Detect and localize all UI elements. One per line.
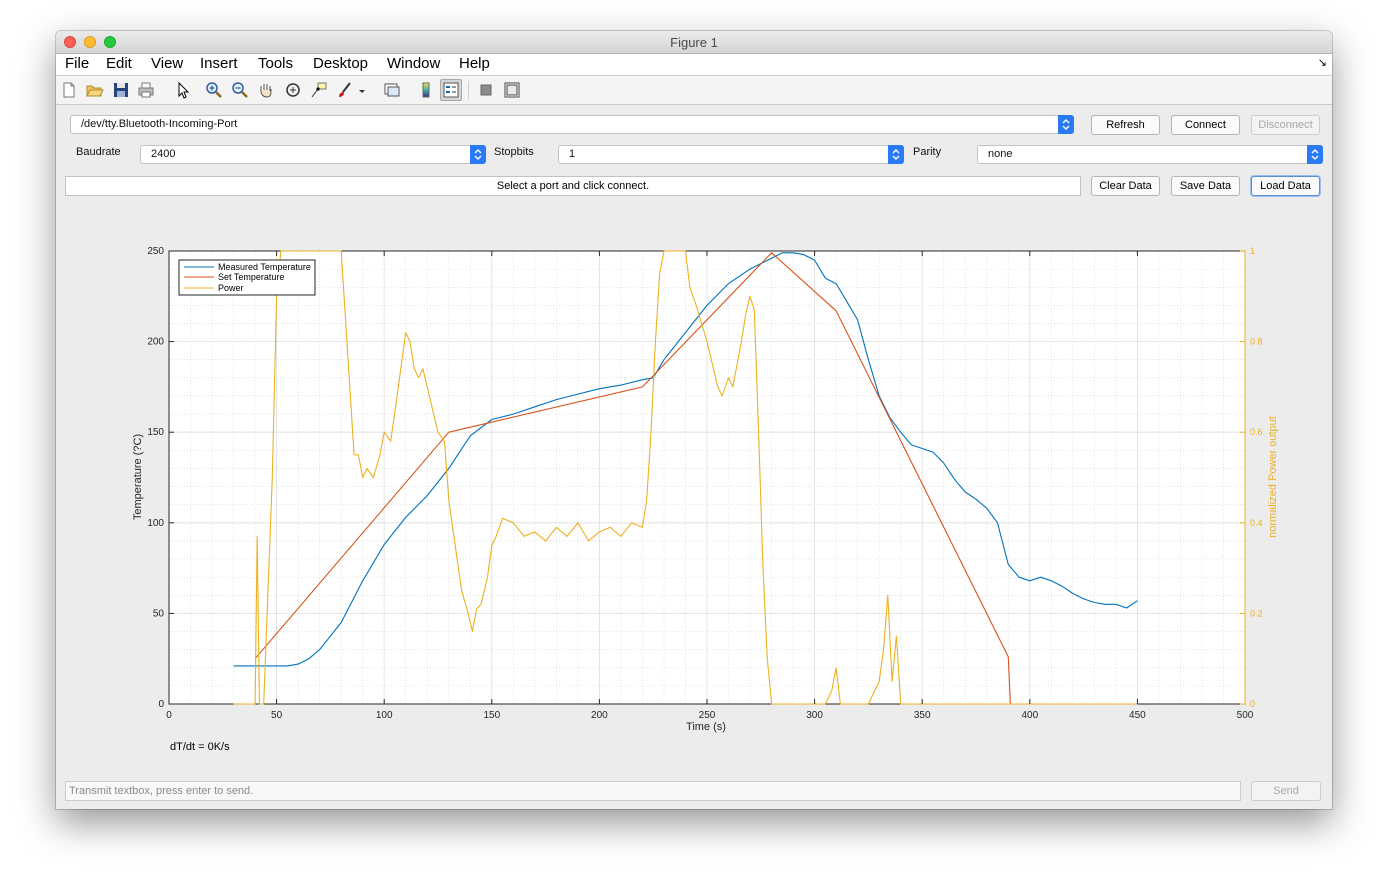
y-tick-label: 150 xyxy=(147,427,164,438)
figure-window: Figure 1 File Edit View Insert Tools Des… xyxy=(56,31,1332,809)
legend-set-temperature: Set Temperature xyxy=(218,272,284,282)
y2-tick-label: 0.6 xyxy=(1250,427,1263,437)
y-tick-label: 200 xyxy=(147,337,164,348)
y-tick-label: 0 xyxy=(158,699,164,710)
rate-readout: dT/dt = 0K/s xyxy=(170,741,230,753)
x-tick-label: 500 xyxy=(1237,710,1254,721)
send-button[interactable]: Send xyxy=(1251,781,1321,801)
x-tick-label: 200 xyxy=(591,710,608,721)
x-tick-label: 100 xyxy=(376,710,393,721)
y2-axis-label: normalized Power output xyxy=(1267,416,1279,538)
y2-tick-label: 0 xyxy=(1250,699,1255,709)
y2-tick-label: 0.2 xyxy=(1250,608,1263,618)
y2-tick-label: 0.8 xyxy=(1250,337,1263,347)
x-tick-label: 350 xyxy=(914,710,931,721)
x-tick-label: 450 xyxy=(1129,710,1146,721)
x-tick-label: 400 xyxy=(1021,710,1038,721)
y-tick-label: 250 xyxy=(147,246,164,257)
x-tick-label: 0 xyxy=(166,710,172,721)
transmit-textbox[interactable]: Transmit textbox, press enter to send. xyxy=(65,781,1241,801)
x-axis-label: Time (s) xyxy=(686,721,726,733)
y2-tick-label: 0.4 xyxy=(1250,518,1263,528)
temperature-chart[interactable]: 0 50 100 150 200 250 300 350 400 450 5000501001502… xyxy=(56,31,1332,751)
x-tick-label: 150 xyxy=(483,710,500,721)
chart-legend[interactable]: Measured Temperature Set Temperature Pow… xyxy=(178,259,316,296)
legend-measured-temperature: Measured Temperature xyxy=(218,262,311,272)
y-tick-label: 50 xyxy=(153,608,165,619)
x-tick-label: 250 xyxy=(699,710,716,721)
y-tick-label: 100 xyxy=(147,518,164,529)
x-tick-label: 50 xyxy=(271,710,283,721)
legend-power: Power xyxy=(218,283,244,293)
y2-tick-label: 1 xyxy=(1250,246,1255,256)
x-tick-label: 300 xyxy=(806,710,823,721)
y-axis-label: Temperature (?C) xyxy=(132,434,144,520)
